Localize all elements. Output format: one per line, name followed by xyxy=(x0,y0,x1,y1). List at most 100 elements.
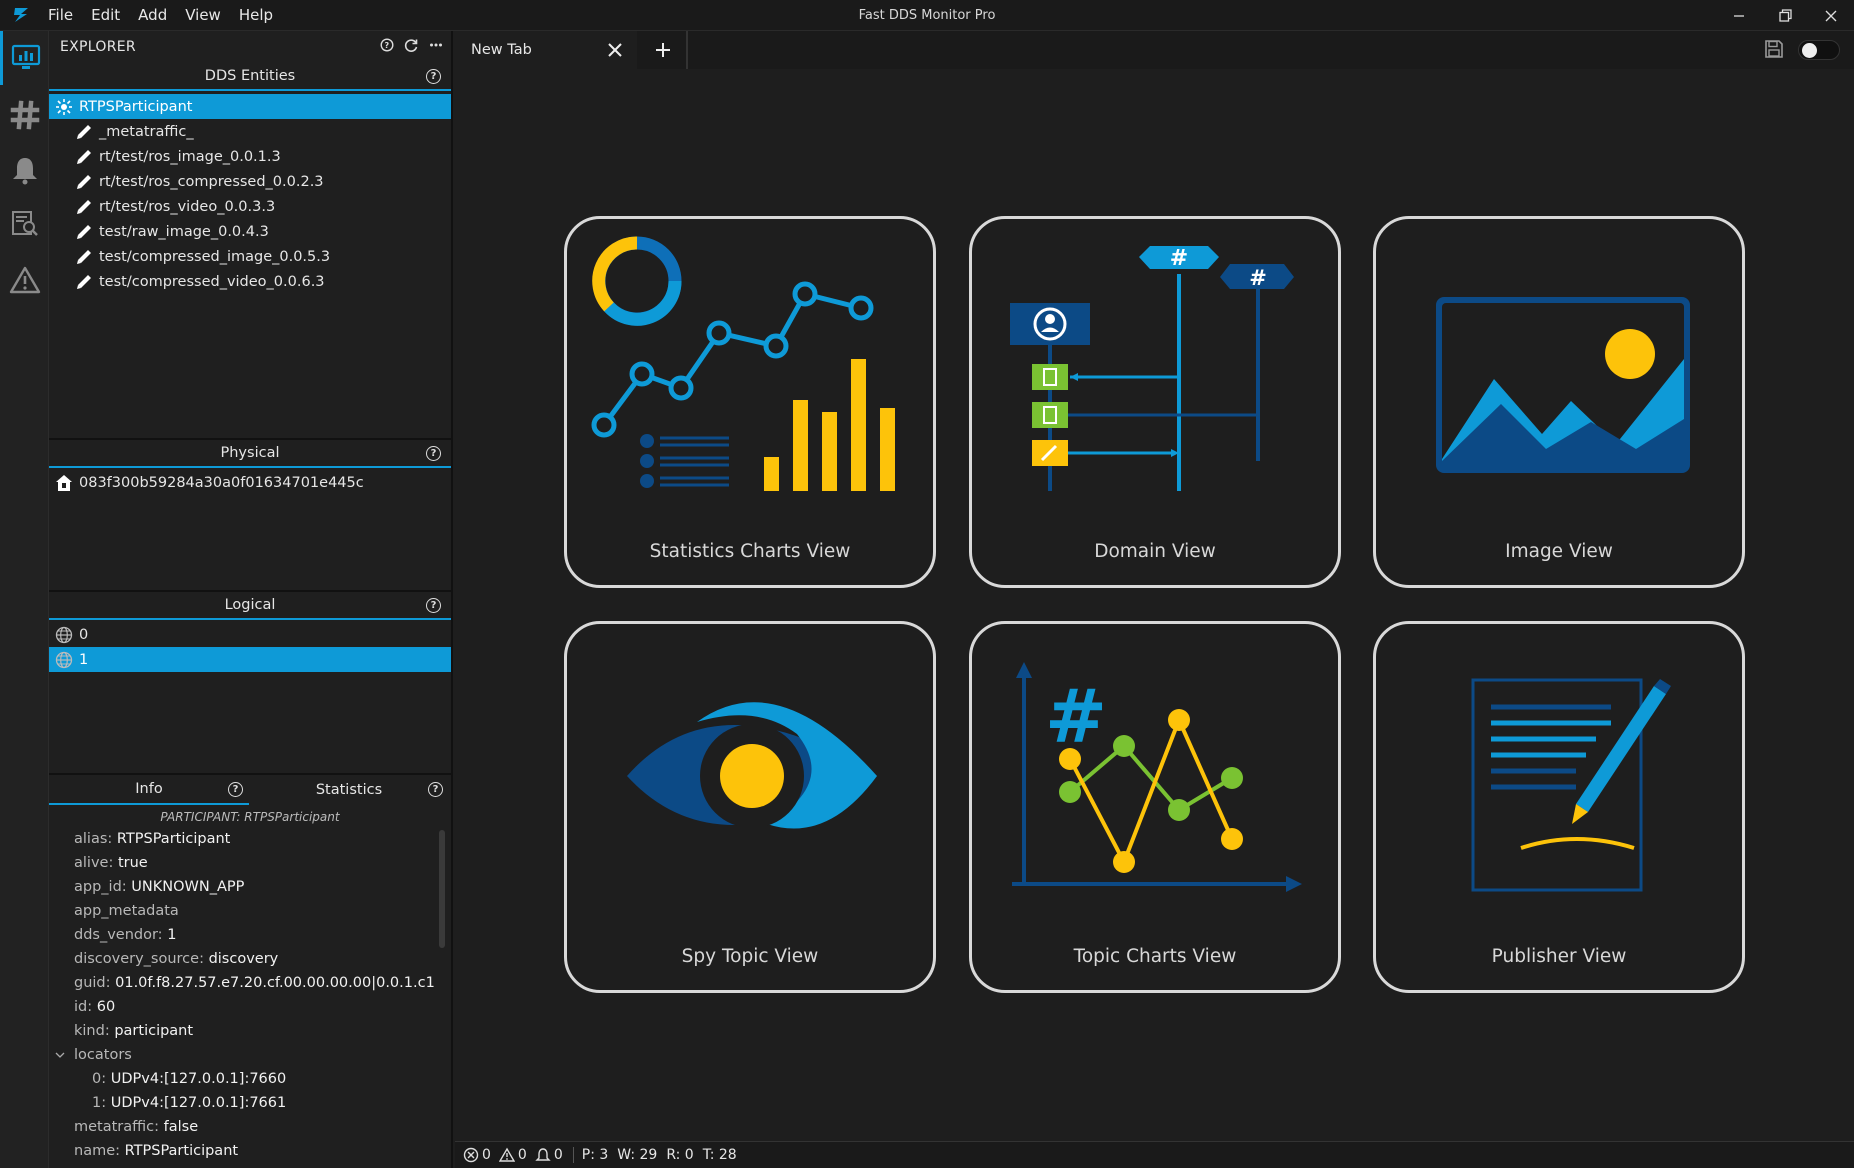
refresh-icon[interactable] xyxy=(404,38,419,57)
tree-item[interactable]: _metatraffic_ xyxy=(49,119,451,144)
tree-item-label: 0 xyxy=(79,626,89,643)
save-icon[interactable] xyxy=(1764,39,1784,63)
warning-count[interactable]: 0 xyxy=(498,1147,527,1163)
help-icon[interactable]: ? xyxy=(426,446,441,461)
help-icon[interactable]: ? xyxy=(428,782,443,797)
bell-icon xyxy=(535,1148,551,1161)
svg-text:#: # xyxy=(1249,266,1267,290)
tab-info-label: Info xyxy=(135,781,163,797)
image-view-card[interactable]: Image View xyxy=(1373,216,1745,588)
property-row: 0: UDPv4:[127.0.0.1]:7660 xyxy=(49,1067,451,1091)
menu-view[interactable]: View xyxy=(185,6,221,24)
theme-toggle[interactable] xyxy=(1798,40,1840,60)
title-bar: File Edit Add View Help Fast DDS Monitor… xyxy=(0,0,1854,31)
explorer-activity-button[interactable] xyxy=(0,31,49,85)
warning-count-value: 0 xyxy=(517,1147,527,1163)
domain-view-card[interactable]: # # Domain View xyxy=(969,216,1341,588)
document-search-icon xyxy=(11,211,38,236)
explorer-title: EXPLORER xyxy=(60,39,136,55)
domain-graph-icon: # # xyxy=(1010,246,1294,491)
tree-item[interactable]: test/compressed_video_0.0.6.3 xyxy=(49,269,451,294)
spy-topic-view-card[interactable]: Spy Topic View xyxy=(564,621,936,993)
menu-add[interactable]: Add xyxy=(138,6,167,24)
tree-item-label: rt/test/ros_compressed_0.0.2.3 xyxy=(99,173,324,190)
tree-item[interactable]: rt/test/ros_image_0.0.1.3 xyxy=(49,144,451,169)
help-icon[interactable]: ? xyxy=(426,598,441,613)
physical-tree: 083f300b59284a30a0f01634701e445c xyxy=(49,468,451,590)
publisher-view-card[interactable]: Publisher View xyxy=(1373,621,1745,993)
dds-entities-header: DDS Entities ? xyxy=(49,63,451,91)
tab-new-tab[interactable]: New Tab xyxy=(455,31,637,69)
property-value: UNKNOWN_APP xyxy=(131,879,245,895)
property-key: kind: xyxy=(74,1023,115,1039)
tree-item[interactable]: 0 xyxy=(49,622,451,647)
close-window-button[interactable] xyxy=(1808,0,1854,31)
statistics-chart-icon xyxy=(591,236,895,491)
issues-activity-button[interactable] xyxy=(0,253,49,307)
card-label: Image View xyxy=(1505,541,1613,562)
tree-item-label: test/compressed_video_0.0.6.3 xyxy=(99,273,325,290)
property-key: guid: xyxy=(74,975,116,991)
alerts-activity-button[interactable] xyxy=(0,143,49,197)
pen-icon xyxy=(73,196,95,218)
restore-button[interactable] xyxy=(1762,0,1808,31)
workspace: Statistics Charts View # # Domain View I… xyxy=(455,69,1854,1141)
svg-text:?: ? xyxy=(385,41,390,50)
tab-info[interactable]: Info ? xyxy=(49,775,249,805)
tab-statistics[interactable]: Statistics ? xyxy=(249,775,449,805)
logs-activity-button[interactable] xyxy=(0,197,49,251)
topics-activity-button[interactable] xyxy=(0,88,49,142)
help-icon[interactable]: ? xyxy=(228,782,243,797)
tree-item[interactable]: 083f300b59284a30a0f01634701e445c xyxy=(49,470,451,495)
status-divider xyxy=(572,1147,574,1163)
menu-help[interactable]: Help xyxy=(239,6,273,24)
help-icon[interactable]: ? xyxy=(380,38,394,56)
menu-file[interactable]: File xyxy=(48,6,73,24)
logical-header: Logical ? xyxy=(49,592,451,620)
tree-item[interactable]: 1 xyxy=(49,647,451,672)
tree-item[interactable]: RTPSParticipant xyxy=(49,94,451,119)
property-key: metatraffic: xyxy=(74,1119,164,1135)
activity-bar xyxy=(0,31,49,1168)
chevron-down-icon[interactable] xyxy=(55,1047,67,1063)
scrollbar[interactable] xyxy=(439,830,445,948)
host-icon xyxy=(53,472,75,494)
property-key: app_metadata xyxy=(74,903,179,919)
property-key: alias: xyxy=(74,831,117,847)
tree-item[interactable]: rt/test/ros_video_0.0.3.3 xyxy=(49,194,451,219)
add-tab-button[interactable] xyxy=(640,31,688,69)
plus-icon xyxy=(656,43,670,57)
help-icon[interactable]: ? xyxy=(426,69,441,84)
tree-item-label: rt/test/ros_video_0.0.3.3 xyxy=(99,198,276,215)
close-tab-icon[interactable] xyxy=(603,38,627,62)
more-options-icon[interactable] xyxy=(429,38,443,56)
card-label: Topic Charts View xyxy=(1073,946,1237,967)
tree-item[interactable]: test/raw_image_0.0.4.3 xyxy=(49,219,451,244)
property-row: guid: 01.0f.f8.27.57.e7.20.cf.00.00.00.0… xyxy=(49,971,451,995)
property-key: 0: xyxy=(92,1071,111,1087)
notification-count[interactable]: 0 xyxy=(535,1147,563,1163)
property-value: RTPSParticipant xyxy=(116,831,231,847)
tree-item-label: test/compressed_image_0.0.5.3 xyxy=(99,248,331,265)
hashtag-icon xyxy=(10,100,39,130)
property-row: 1: UDPv4:[127.0.0.1]:7661 xyxy=(49,1091,451,1115)
property-key: 1: xyxy=(92,1095,111,1111)
menu-edit[interactable]: Edit xyxy=(91,6,120,24)
reader-count: R: 0 xyxy=(666,1147,694,1163)
tree-item[interactable]: test/compressed_image_0.0.5.3 xyxy=(49,244,451,269)
property-key: id: xyxy=(74,999,97,1015)
warning-icon xyxy=(498,1147,515,1162)
property-row: alias: RTPSParticipant xyxy=(49,827,451,851)
property-row: app_metadata xyxy=(49,899,451,923)
property-key: app_id: xyxy=(74,879,132,895)
property-value: 60 xyxy=(96,999,116,1015)
tree-item[interactable]: rt/test/ros_compressed_0.0.2.3 xyxy=(49,169,451,194)
minimize-button[interactable] xyxy=(1716,0,1762,31)
error-count-value: 0 xyxy=(482,1147,491,1163)
error-count[interactable]: 0 xyxy=(463,1147,491,1163)
globe-icon xyxy=(53,624,75,646)
property-row: name: RTPSParticipant xyxy=(49,1139,451,1163)
physical-header: Physical ? xyxy=(49,440,451,468)
statistics-charts-view-card[interactable]: Statistics Charts View xyxy=(564,216,936,588)
topic-charts-view-card[interactable]: # Topic Charts View xyxy=(969,621,1341,993)
